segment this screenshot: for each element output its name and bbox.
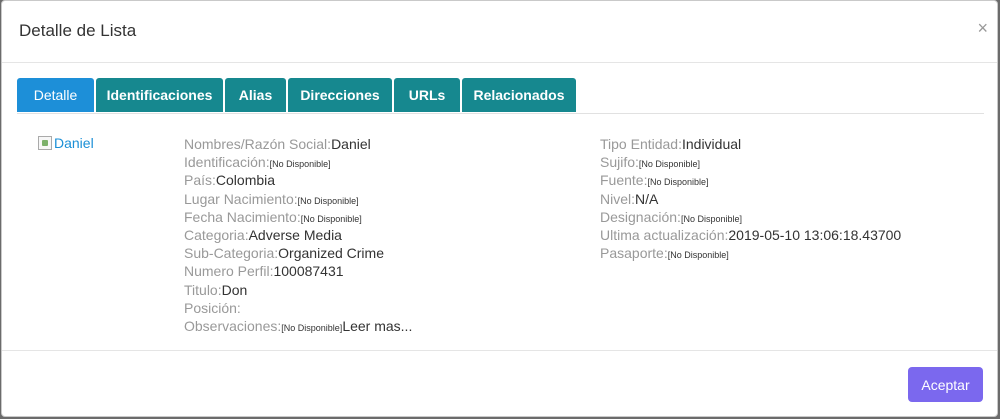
field-label: Nombres/Razón Social: [184, 136, 332, 152]
field-fuente: Fuente:[No Disponible] [600, 171, 901, 189]
field-label: Lugar Nacimiento: [184, 190, 298, 207]
field-nombres: Nombres/Razón Social:Daniel [184, 135, 412, 153]
field-value: [No Disponible] [638, 159, 700, 170]
field-label: Identificación: [184, 154, 270, 171]
field-pasaporte: Pasaporte:[No Disponible] [600, 244, 901, 262]
field-identificacion: Identificación:[No Disponible] [184, 153, 412, 171]
modal-footer: Aceptar [2, 350, 997, 416]
tab-bar: Detalle Identificaciones Alias Direccion… [17, 78, 984, 114]
field-nivel: Nivel:N/A [600, 190, 901, 208]
field-observaciones: Observaciones:[No Disponible]Leer mas... [184, 317, 412, 335]
field-value: Organized Crime [278, 245, 384, 262]
field-value: [No Disponible] [647, 177, 709, 188]
field-label: Observaciones: [184, 317, 282, 334]
profile-photo: Daniel [38, 135, 94, 151]
broken-image-icon [38, 136, 52, 150]
field-value: [No Disponible] [269, 159, 331, 170]
photo-alt-text: Daniel [54, 135, 94, 151]
read-more-link[interactable]: Leer mas... [342, 318, 412, 334]
field-label: Numero Perfil: [184, 263, 274, 280]
field-value: Colombia [215, 172, 276, 189]
tab-relacionados[interactable]: Relacionados [462, 78, 576, 112]
field-categoria: Categoria:Adverse Media [184, 226, 412, 244]
field-numero-perfil: Numero Perfil:100087431 [184, 262, 412, 280]
tab-direcciones[interactable]: Direcciones [288, 78, 392, 112]
field-value: Don [221, 281, 248, 298]
field-label: Sub-Categoria: [184, 245, 279, 262]
field-label: Tipo Entidad: [600, 136, 682, 152]
field-value: [No Disponible] [680, 213, 742, 224]
field-label: Fuente: [600, 172, 648, 189]
modal-header: Detalle de Lista × [2, 1, 997, 63]
field-designacion: Designación:[No Disponible] [600, 208, 901, 226]
field-label: Ultima actualización: [600, 226, 729, 243]
left-detail-column: Nombres/Razón Social:Daniel Identificaci… [184, 135, 412, 335]
field-value: 2019-05-10 13:06:18.43700 [728, 226, 902, 243]
tab-identificaciones[interactable]: Identificaciones [96, 78, 223, 112]
field-value: Daniel [331, 136, 371, 152]
field-label: Designación: [600, 208, 681, 225]
field-label: Fecha Nacimiento: [184, 208, 301, 225]
field-value: [No Disponible] [281, 322, 343, 333]
tab-alias[interactable]: Alias [225, 78, 286, 112]
field-value: [No Disponible] [667, 250, 729, 261]
field-value: Adverse Media [248, 226, 342, 243]
field-label: Titulo: [184, 281, 222, 298]
field-value: [No Disponible] [300, 213, 362, 224]
field-tipo-entidad: Tipo Entidad:Individual [600, 135, 901, 153]
modal-title: Detalle de Lista [19, 21, 137, 40]
field-label: Categoria: [184, 226, 249, 243]
accept-button[interactable]: Aceptar [908, 367, 983, 402]
field-value: N/A [635, 190, 659, 207]
field-label: Pasaporte: [600, 245, 668, 262]
field-value: [No Disponible] [297, 195, 359, 206]
field-pais: País:Colombia [184, 171, 412, 189]
field-value: Individual [681, 136, 742, 152]
right-detail-column: Tipo Entidad:Individual Sujifo:[No Dispo… [600, 135, 901, 262]
field-sujifo: Sujifo:[No Disponible] [600, 153, 901, 171]
field-ultima-actualizacion: Ultima actualización:2019-05-10 13:06:18… [600, 226, 901, 244]
close-icon[interactable]: × [977, 18, 988, 38]
field-label: Nivel: [600, 190, 636, 207]
field-label: Sujifo: [600, 154, 639, 171]
field-fecha-nacimiento: Fecha Nacimiento:[No Disponible] [184, 208, 412, 226]
field-sub-categoria: Sub-Categoria:Organized Crime [184, 244, 412, 262]
field-value: 100087431 [273, 263, 344, 280]
detail-modal: Detalle de Lista × Detalle Identificacio… [1, 0, 998, 417]
tab-detalle[interactable]: Detalle [17, 78, 94, 112]
field-label: Posición: [184, 299, 241, 316]
field-label: País: [184, 172, 216, 189]
tab-urls[interactable]: URLs [394, 78, 460, 112]
field-posicion: Posición: [184, 299, 412, 317]
field-titulo: Titulo:Don [184, 281, 412, 299]
field-lugar-nacimiento: Lugar Nacimiento:[No Disponible] [184, 190, 412, 208]
